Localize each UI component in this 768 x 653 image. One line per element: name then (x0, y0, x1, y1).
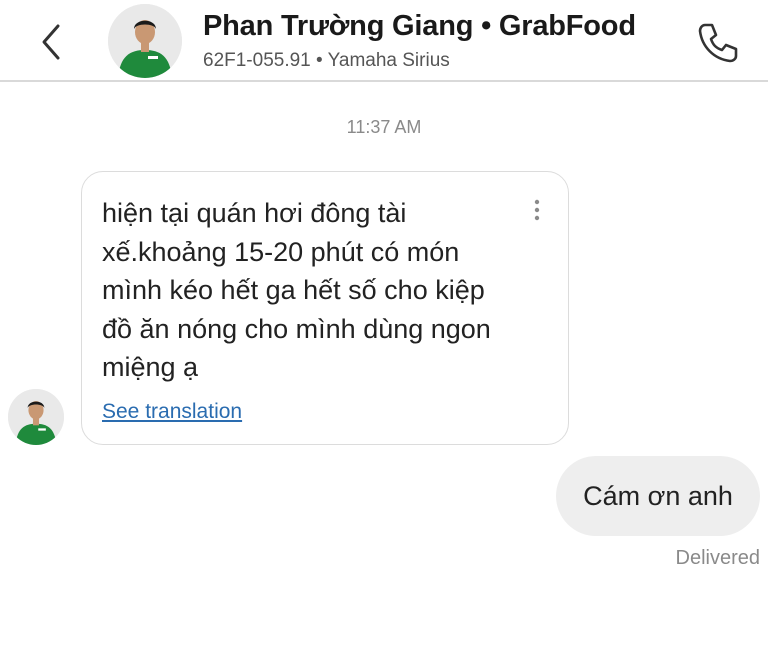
call-button[interactable] (694, 18, 742, 66)
contact-avatar[interactable] (108, 4, 182, 78)
chevron-left-icon (42, 24, 60, 60)
delivery-status: Delivered (675, 547, 760, 569)
outgoing-message-bubble[interactable]: Cám ơn anh (556, 456, 760, 536)
back-button[interactable] (34, 20, 70, 64)
sender-avatar[interactable] (8, 389, 64, 445)
incoming-message-text: hiện tại quán hơi đông tài xế.khoảng 15-… (102, 198, 491, 382)
vehicle-info: 62F1-055.91 • Yamaha Sirius (203, 50, 450, 71)
message-menu-button[interactable] (523, 198, 551, 224)
phone-icon (698, 23, 738, 63)
more-vertical-icon (534, 199, 540, 221)
contact-name: Phan Trường Giang • GrabFood (203, 10, 636, 42)
see-translation-link[interactable]: See translation (102, 400, 242, 424)
incoming-message-bubble[interactable]: hiện tại quán hơi đông tài xế.khoảng 15-… (81, 171, 569, 445)
outgoing-message-text: Cám ơn anh (583, 480, 733, 511)
chat-header: Phan Trường Giang • GrabFood 62F1-055.91… (0, 0, 768, 82)
message-timestamp: 11:37 AM (346, 117, 422, 137)
